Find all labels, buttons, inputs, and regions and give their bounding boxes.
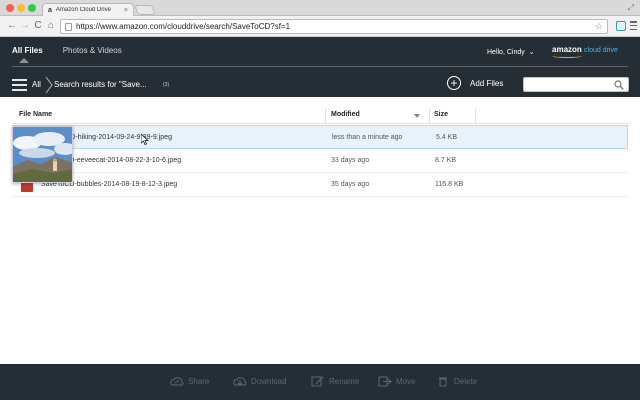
mouse-pointer-icon	[141, 134, 149, 145]
home-icon[interactable]: ⌂	[45, 20, 57, 31]
file-size: 116.8 KB	[435, 181, 464, 188]
action-bar: Share Download Rename Move Delete	[0, 364, 640, 400]
column-file-name[interactable]: File Name	[19, 111, 52, 118]
reload-icon[interactable]: C	[32, 20, 44, 31]
logo-sub: cloud drive	[584, 47, 618, 54]
section-tabs: All Files Photos & Videos	[12, 46, 122, 63]
window-minimize-button[interactable]	[17, 4, 25, 12]
forward-arrow-icon[interactable]: →	[19, 20, 31, 31]
column-modified[interactable]: Modified	[331, 111, 360, 118]
logo-brand: amazon	[552, 45, 582, 54]
app-header: All Files Photos & Videos Hello, Cindy ⌄…	[0, 37, 640, 97]
new-tab-button[interactable]	[134, 5, 156, 15]
address-bar[interactable]: https://www.amazon.com/clouddrive/search…	[60, 19, 608, 34]
column-divider	[429, 108, 430, 124]
logo-smile-icon	[552, 54, 582, 58]
share-cloud-icon	[170, 377, 184, 386]
download-cloud-icon	[233, 377, 247, 386]
rename-label: Rename	[329, 377, 360, 386]
download-label: Download	[251, 377, 287, 386]
move-button[interactable]: Move	[378, 376, 416, 387]
back-arrow-icon[interactable]: ←	[6, 20, 18, 31]
table-header: File Name Modified Size	[12, 106, 628, 124]
table-row[interactable]: SaveToCD-eeveecat-2014-08-22-3-10-6.jpeg…	[12, 149, 628, 173]
column-divider	[325, 108, 326, 124]
amazon-favicon-icon: a	[48, 6, 52, 14]
share-button[interactable]: Share	[170, 376, 209, 387]
file-list: File Name Modified Size SaveToCD-hiking-…	[0, 97, 640, 364]
table-row[interactable]: SaveToCD-hiking-2014-09-24-9-39-9.jpeg l…	[12, 125, 628, 149]
hamburger-menu-icon[interactable]	[12, 79, 27, 91]
extension-icon[interactable]	[616, 21, 626, 31]
amazon-cloud-drive-logo[interactable]: amazon cloud drive	[552, 45, 618, 58]
table-row[interactable]: SaveToCD-bubbles-2014-08-19-8-12-3.jpeg …	[12, 173, 628, 197]
result-count: (3)	[163, 82, 170, 88]
trash-icon	[439, 377, 447, 387]
download-button[interactable]: Download	[233, 376, 287, 387]
add-files-button[interactable]: Add Files	[470, 79, 503, 88]
account-menu[interactable]: Hello, Cindy ⌄	[487, 48, 535, 57]
breadcrumb-search-results: Search results for "Save...	[54, 80, 147, 89]
breadcrumb-separator-icon	[45, 76, 53, 94]
column-divider	[475, 108, 476, 124]
browser-toolbar: ← → C ⌂ https://www.amazon.com/clouddriv…	[0, 16, 640, 37]
tab-close-icon[interactable]: ×	[124, 7, 128, 14]
move-label: Move	[396, 377, 416, 386]
file-modified: 35 days ago	[331, 181, 370, 188]
file-size: 8.7 KB	[435, 157, 457, 164]
fullscreen-icon[interactable]: ⤢	[628, 3, 634, 13]
tab-photos-videos[interactable]: Photos & Videos	[63, 46, 122, 63]
browser-menu-icon[interactable]	[630, 21, 637, 30]
share-label: Share	[188, 377, 210, 386]
search-input[interactable]	[526, 79, 614, 90]
hiking-photo-image	[13, 127, 72, 182]
greeting-text: Hello, Cindy	[487, 48, 525, 56]
page-icon	[65, 22, 72, 31]
move-arrow-icon	[378, 376, 392, 387]
delete-button[interactable]: Delete	[436, 376, 477, 387]
breadcrumb-all[interactable]: All	[32, 80, 41, 89]
column-size[interactable]: Size	[434, 111, 448, 118]
image-preview-thumbnail	[12, 126, 73, 183]
browser-titlebar: a Amazon Cloud Drive × ⤢	[0, 0, 640, 16]
sort-descending-icon[interactable]	[414, 114, 420, 118]
tab-title: Amazon Cloud Drive	[55, 7, 111, 13]
file-size: 5.4 KB	[436, 134, 458, 141]
tab-all-files[interactable]: All Files	[12, 46, 43, 63]
browser-tab[interactable]: a Amazon Cloud Drive ×	[42, 3, 134, 16]
url-text[interactable]: https://www.amazon.com/clouddrive/search…	[76, 22, 595, 31]
search-icon[interactable]	[614, 80, 624, 90]
window-maximize-button[interactable]	[28, 4, 36, 12]
chevron-down-icon: ⌄	[528, 49, 535, 56]
bookmark-star-icon[interactable]: ☆	[595, 21, 603, 32]
delete-label: Delete	[454, 377, 478, 386]
header-divider	[12, 66, 628, 67]
window-close-button[interactable]	[6, 4, 14, 12]
search-box[interactable]	[523, 77, 629, 92]
rename-pencil-icon	[311, 376, 324, 387]
file-modified: less than a minute ago	[332, 134, 403, 141]
file-modified: 33 days ago	[331, 157, 370, 164]
rename-button[interactable]: Rename	[311, 376, 359, 387]
add-files-plus-icon[interactable]: +	[447, 76, 461, 90]
